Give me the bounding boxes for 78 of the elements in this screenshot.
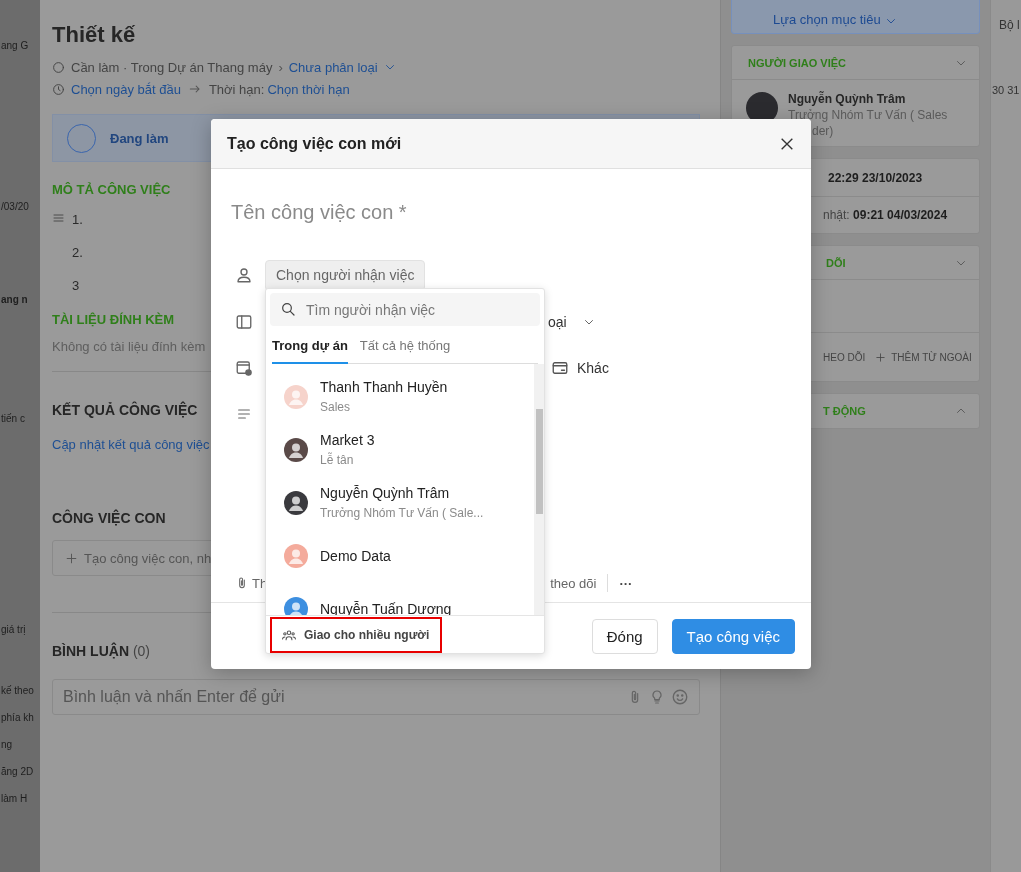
follow-label[interactable]: theo dõi: [550, 575, 597, 591]
more-button[interactable]: ···: [619, 575, 633, 591]
lightbulb-icon: [649, 688, 665, 706]
assignee-search-field[interactable]: Tìm người nhận việc: [270, 293, 540, 326]
list-item-text: 1.: [72, 212, 83, 227]
calendar-day: 30: [992, 84, 1005, 96]
assignee-tab[interactable]: Trong dự án: [272, 334, 348, 364]
section-heading: KẾT QUẢ CÔNG VIỆC: [52, 402, 198, 418]
person-name: Market 3: [320, 432, 375, 448]
table-text-fragment: giá trị: [0, 624, 27, 635]
assignee-tab[interactable]: Tất cả hệ thống: [359, 334, 451, 364]
person-name: Demo Data: [320, 547, 391, 564]
section-heading: TÀI LIỆU ĐÍNH KÈM: [52, 312, 175, 327]
people-icon: [280, 627, 298, 642]
text-lines-icon: [235, 406, 252, 422]
list-item-text: 2.: [72, 245, 83, 260]
person-role: Lễ tân: [320, 453, 355, 467]
card-heading: DÕI: [826, 256, 846, 269]
table-text-fragment: làm H: [0, 793, 29, 804]
assigner-role: Trưởng Nhóm Tư Vấn ( Sales: [788, 108, 948, 122]
comments-heading: BÌNH LUẬN (0): [52, 643, 150, 659]
list-item-text: 3: [72, 278, 80, 293]
plus-icon: [875, 351, 887, 363]
smiley-icon: [671, 688, 689, 706]
person-icon: [234, 266, 253, 284]
assign-multiple-button[interactable]: Giao cho nhiều người: [270, 616, 442, 653]
assigner-name: Nguyễn Quỳnh Trâm: [788, 92, 907, 106]
follower-action-button[interactable]: HEO DÕI: [823, 351, 866, 363]
task-status-text: Cần làm · Trong Dự án Thang máy: [71, 59, 273, 75]
comment-placeholder: Bình luận và nhấn Enter để gửi: [63, 688, 285, 706]
create-task-button[interactable]: Tạo công việc: [671, 618, 795, 654]
subtask-placeholder: Tạo công việc con, nh: [84, 550, 212, 566]
plus-icon: [65, 551, 78, 565]
empty-attachments-text: Không có tài liệu đính kèm: [52, 339, 206, 354]
scrollbar[interactable]: [534, 364, 544, 615]
clock-icon: [52, 82, 65, 96]
assigner-role: der): [811, 124, 835, 138]
search-icon: [280, 301, 296, 317]
date-text: 22:29 23/10/2023: [828, 170, 923, 185]
task-title: Thiết kế: [52, 22, 136, 48]
person-option[interactable]: Nguyễn Quỳnh Trâm Trưởng Nhóm Tư Vấn ( Sale...: [266, 476, 534, 529]
assignee-button[interactable]: Chọn người nhận việc: [265, 259, 426, 291]
table-text-fragment: ăng 2D: [0, 766, 35, 777]
table-text-fragment: kế theo: [0, 685, 35, 696]
other-option[interactable]: Khác: [577, 360, 609, 376]
section-heading: MÔ TẢ CÔNG VIỆC: [52, 182, 171, 197]
card-icon: [551, 359, 569, 377]
goal-link[interactable]: Lựa chọn mục tiêu: [773, 12, 881, 27]
table-text-fragment: ang G: [0, 40, 30, 51]
table-text-fragment: /03/20: [0, 201, 30, 212]
person-role: Trưởng Nhóm Tư Vấn ( Sale...: [320, 506, 484, 520]
person-option[interactable]: Market 3 Lễ tân: [266, 423, 534, 476]
table-text-fragment: tiến c: [0, 413, 26, 424]
deadline-label: Thời hạn:: [208, 81, 265, 97]
date-text: nhật: 09:21 04/03/2024: [823, 208, 948, 222]
calendar-check-icon: [234, 359, 253, 377]
card-heading: T ĐỘNG: [823, 405, 866, 417]
calendar-day: 31: [1007, 84, 1020, 96]
status-circle-icon: [52, 60, 65, 74]
person-option[interactable]: Demo Data: [266, 529, 534, 582]
section-heading: CÔNG VIỆC CON: [52, 510, 166, 526]
person-name: Nguyễn Quỳnh Trâm: [320, 485, 451, 501]
sidebar-panel-icon: [234, 313, 253, 331]
category-select-text[interactable]: oại: [548, 314, 567, 330]
table-text-fragment: ng: [0, 739, 14, 750]
close-dialog-button[interactable]: Đóng: [591, 618, 658, 654]
table-text-fragment: ang n: [0, 294, 29, 305]
person-name: Thanh Thanh Huyền: [320, 379, 448, 395]
person-option[interactable]: Thanh Thanh Huyền Sales: [266, 370, 534, 423]
breadcrumb-separator: ›: [278, 59, 283, 75]
dialog-title: Tạo công việc con mới: [227, 134, 402, 153]
table-text-fragment: phía kh: [0, 712, 35, 723]
list-icon: [52, 212, 65, 224]
progress-status-label: Đang làm: [110, 130, 169, 146]
card-heading: NGƯỜI GIAO VIỆC: [748, 56, 846, 69]
follower-action-button[interactable]: THÊM TỪ NGOÀI: [875, 351, 972, 363]
text-fragment: Bộ l: [998, 18, 1021, 32]
person-role: Sales: [320, 400, 352, 414]
